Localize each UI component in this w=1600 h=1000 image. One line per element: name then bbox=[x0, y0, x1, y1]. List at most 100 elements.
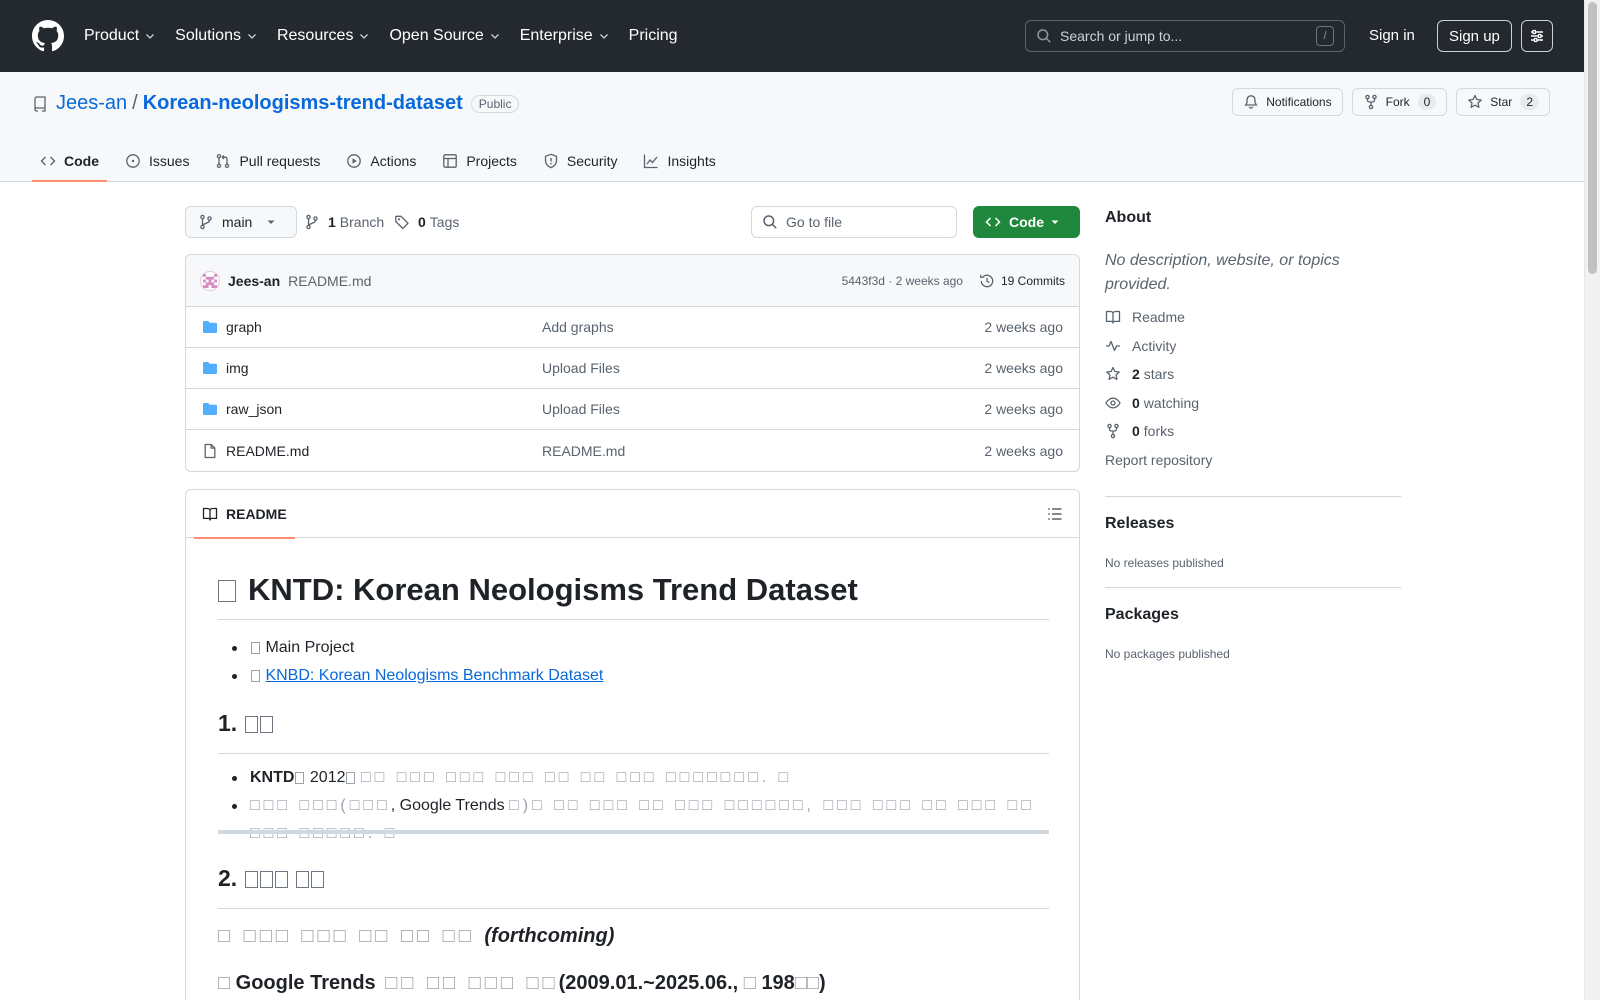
kntd-bold: KNTD bbox=[250, 769, 295, 786]
tag-icon bbox=[395, 215, 409, 230]
github-logo-icon[interactable] bbox=[32, 20, 64, 52]
hangul-text-placeholder: □□ □□ □□□ □□ bbox=[375, 972, 559, 994]
nav-label: Enterprise bbox=[519, 27, 593, 44]
tab-insights[interactable]: Insights bbox=[635, 140, 723, 182]
nav-product[interactable]: Product bbox=[84, 27, 156, 45]
list-item: KNBD: Korean Neologisms Benchmark Datase… bbox=[218, 662, 1049, 690]
branches-link[interactable]: 1 Branch bbox=[304, 206, 384, 238]
file-name[interactable]: graph bbox=[226, 319, 542, 335]
nav-label: Pricing bbox=[628, 27, 678, 44]
file-date: 2 weeks ago bbox=[984, 319, 1063, 335]
stars-count: 2 bbox=[1132, 366, 1140, 382]
sign-in-link[interactable]: Sign in bbox=[1369, 27, 1415, 44]
gt-range: (2009.01.~2025.06., bbox=[558, 972, 739, 994]
fork-count: 0 bbox=[1417, 94, 1437, 110]
forks-link[interactable]: 0 forks bbox=[1105, 423, 1174, 439]
file-name[interactable]: README.md bbox=[226, 443, 542, 459]
tab-label: Pull requests bbox=[239, 153, 321, 169]
main-project-text: Main Project bbox=[265, 639, 355, 656]
search-shortcut-badge: / bbox=[1316, 26, 1334, 46]
nav-solutions[interactable]: Solutions bbox=[175, 27, 258, 45]
scrollbar-thumb[interactable] bbox=[1588, 2, 1597, 274]
chevron-down-icon bbox=[599, 34, 608, 39]
file-commit-message[interactable]: Upload Files bbox=[542, 360, 620, 376]
releases-title[interactable]: Releases bbox=[1105, 515, 1174, 533]
notifications-button[interactable]: Notifications bbox=[1232, 88, 1343, 116]
activity-label: Activity bbox=[1132, 338, 1177, 354]
tab-issues[interactable]: Issues bbox=[117, 140, 197, 182]
list-item: KNTD 2012 □□ □□□ □□□ □□□ □□ □□ □□□ □□□□□… bbox=[218, 764, 1049, 792]
sign-up-button[interactable]: Sign up bbox=[1437, 20, 1512, 52]
commit-message-link[interactable]: README.md bbox=[288, 273, 371, 289]
report-repository-link[interactable]: Report repository bbox=[1105, 452, 1212, 468]
tab-pull-requests[interactable]: Pull requests bbox=[207, 140, 328, 182]
code-dropdown-button[interactable]: Code bbox=[973, 206, 1080, 238]
horizontal-rule bbox=[218, 830, 1049, 834]
file-row-raw-json[interactable]: raw_json Upload Files 2 weeks ago bbox=[186, 389, 1079, 430]
bell-icon bbox=[1244, 95, 1258, 109]
tab-label: Issues bbox=[149, 153, 190, 169]
file-row-img[interactable]: img Upload Files 2 weeks ago bbox=[186, 348, 1079, 389]
hangul-text-placeholder: □ bbox=[218, 972, 236, 994]
file-commit-message[interactable]: Add graphs bbox=[542, 319, 614, 335]
search-placeholder: Search or jump to... bbox=[1060, 28, 1183, 44]
table-of-contents-icon[interactable] bbox=[1047, 506, 1063, 522]
go-to-file-input[interactable]: Go to file bbox=[751, 206, 957, 238]
readme-summary-list: KNTD 2012 □□ □□□ □□□ □□□ □□ □□ □□□ □□□□□… bbox=[218, 764, 1049, 848]
hangul-glyph-placeholder bbox=[244, 871, 258, 888]
stars-link[interactable]: 2 stars bbox=[1105, 366, 1174, 382]
nav-label: Open Source bbox=[389, 27, 484, 44]
tab-label: Projects bbox=[466, 153, 517, 169]
sliders-icon bbox=[1531, 29, 1543, 43]
nav-resources[interactable]: Resources bbox=[277, 27, 370, 45]
global-search-input[interactable]: Search or jump to... / bbox=[1025, 20, 1345, 52]
history-icon bbox=[980, 274, 994, 287]
chevron-down-icon bbox=[248, 34, 256, 39]
file-commit-message[interactable]: README.md bbox=[542, 443, 625, 459]
readme-tab[interactable]: README bbox=[194, 490, 295, 539]
tab-code[interactable]: Code bbox=[32, 140, 107, 182]
chevron-down-icon bbox=[490, 34, 499, 39]
knbd-link[interactable]: KNBD: Korean Neologisms Benchmark Datase… bbox=[265, 667, 603, 684]
sidebar-divider bbox=[1105, 587, 1401, 588]
commits-history-link[interactable]: 19 Commits bbox=[979, 273, 1065, 289]
packages-title[interactable]: Packages bbox=[1105, 606, 1179, 624]
repo-actions: Notifications Fork 0 Star 2 bbox=[1223, 88, 1550, 116]
command-palette-button[interactable] bbox=[1521, 20, 1553, 52]
tab-projects[interactable]: Projects bbox=[434, 140, 525, 182]
file-name[interactable]: raw_json bbox=[226, 401, 542, 417]
repo-owner-link[interactable]: Jees-an bbox=[56, 92, 127, 115]
page-scrollbar[interactable] bbox=[1584, 0, 1600, 1000]
readme-link[interactable]: Readme bbox=[1105, 309, 1185, 325]
year-text: 2012 bbox=[309, 769, 346, 786]
gt-close: ) bbox=[818, 972, 826, 994]
packages-empty: No packages published bbox=[1105, 647, 1230, 661]
file-row-graph[interactable]: graph Add graphs 2 weeks ago bbox=[186, 307, 1079, 348]
releases-empty: No releases published bbox=[1105, 556, 1224, 570]
star-button[interactable]: Star 2 bbox=[1456, 88, 1550, 116]
file-name[interactable]: img bbox=[226, 360, 542, 376]
watching-link[interactable]: 0 watching bbox=[1105, 395, 1199, 411]
branch-label: Branch bbox=[339, 214, 385, 230]
fork-button[interactable]: Fork 0 bbox=[1351, 88, 1448, 116]
avatar[interactable] bbox=[200, 270, 220, 291]
nav-pricing[interactable]: Pricing bbox=[629, 27, 678, 45]
eye-icon bbox=[1105, 397, 1121, 409]
branch-selector[interactable]: main bbox=[185, 206, 298, 238]
tab-actions[interactable]: Actions bbox=[338, 140, 424, 182]
hangul-glyph-placeholder bbox=[346, 771, 356, 784]
forks-count: 0 bbox=[1132, 423, 1140, 439]
hangul-glyph-placeholder bbox=[295, 871, 309, 888]
tags-link[interactable]: 0 Tags bbox=[394, 206, 459, 238]
hangul-glyph-placeholder bbox=[295, 771, 305, 784]
tab-security[interactable]: Security bbox=[535, 140, 626, 182]
nav-open-source[interactable]: Open Source bbox=[389, 27, 500, 45]
file-list: Jees-an README.md 5443f3d · 2 weeks ago … bbox=[185, 254, 1080, 472]
file-row-readme[interactable]: README.md README.md 2 weeks ago bbox=[186, 430, 1079, 471]
caret-down-icon bbox=[1051, 220, 1059, 224]
commit-author-link[interactable]: Jees-an bbox=[228, 273, 280, 289]
activity-link[interactable]: Activity bbox=[1105, 338, 1176, 354]
repo-name-link[interactable]: Korean-neologisms-trend-dataset bbox=[143, 92, 463, 115]
nav-enterprise[interactable]: Enterprise bbox=[520, 27, 610, 45]
file-commit-message[interactable]: Upload Files bbox=[542, 401, 620, 417]
